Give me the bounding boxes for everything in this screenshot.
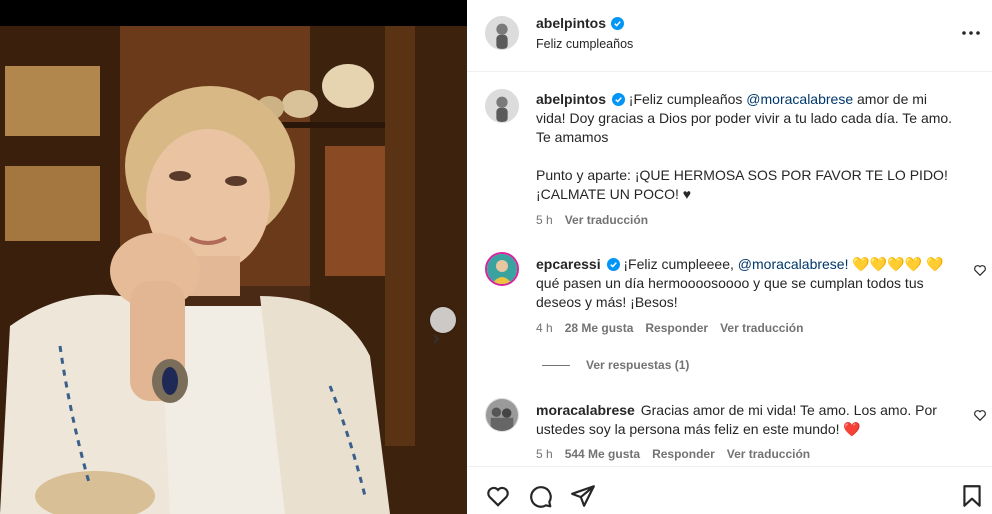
post-caption-header: Feliz cumpleaños [536,37,634,51]
comment-likes-count[interactable]: 28 Me gusta [565,321,634,335]
share-icon[interactable] [570,483,596,509]
comment-icon[interactable] [527,483,553,509]
yellow-heart-emoji: 💛 [926,256,944,272]
commenter-avatar[interactable] [485,252,519,286]
comment-time[interactable]: 5 h [536,447,553,461]
avatar-image [486,399,518,431]
commenter-avatar[interactable] [485,398,519,432]
post-photo [0,0,467,514]
post-photo-illustration [0,26,467,514]
commenter-username[interactable]: epcaressi [536,256,601,272]
comment-likes-count[interactable]: 544 Me gusta [565,447,640,461]
author-avatar[interactable] [485,89,519,123]
caption-text: abelpintos ¡Feliz cumpleaños @moracalabr… [536,90,956,204]
comment-like-heart-icon[interactable] [973,408,987,422]
verified-badge-icon [611,93,625,106]
more-options-icon[interactable] [959,25,983,41]
post-actions-bar [467,466,992,514]
caption-username[interactable]: abelpintos [536,91,606,107]
heart-icon[interactable] [485,483,511,509]
avatar-image [487,254,517,284]
comment-text: epcaressi ¡Feliz cumpleeee, @moracalabre… [536,255,946,312]
comment-meta: 5 h 544 Me gusta Responder Ver traducció… [536,447,810,461]
caption-translate-link[interactable]: Ver traducción [565,213,648,227]
comment-reply-button[interactable]: Responder [645,321,708,335]
post-header: abelpintos Feliz cumpleaños [467,0,992,72]
caption-meta: 5 h Ver traducción [536,213,648,227]
avatar-image [486,90,518,122]
comment-meta: 4 h 28 Me gusta Responder Ver traducción [536,321,803,335]
caption-text-start: ¡Feliz cumpleaños [628,91,747,107]
yellow-hearts-emoji: 💛💛💛💛 [852,256,923,272]
comment-text: moracalabrese Gracias amor de mi vida! T… [536,401,946,439]
avatar-image [486,17,518,49]
verified-badge-icon [606,258,620,271]
bookmark-icon[interactable] [959,483,985,509]
author-name-row: abelpintos [536,15,625,31]
caption-mention[interactable]: @moracalabrese [746,91,853,107]
author-avatar[interactable] [485,16,519,50]
comment-reply-button[interactable]: Responder [652,447,715,461]
comment-text-start: ¡Feliz cumpleeee, [623,256,738,272]
chevron-right-icon [433,334,440,344]
instagram-post-window: abelpintos Feliz cumpleaños abelpintos ¡… [0,0,992,514]
commenter-username[interactable]: moracalabrese [536,402,635,418]
comment-mention[interactable]: @moracalabrese! [738,256,849,272]
comment-time[interactable]: 4 h [536,321,553,335]
caption-time[interactable]: 5 h [536,213,553,227]
view-replies-label: Ver respuestas (1) [586,358,690,372]
caption-second-paragraph: Punto y aparte: ¡QUE HERMOSA SOS POR FAV… [536,167,948,202]
carousel-next-button[interactable] [430,307,456,344]
post-details-panel: abelpintos Feliz cumpleaños abelpintos ¡… [467,0,992,514]
comment-translate-link[interactable]: Ver traducción [727,447,810,461]
photo-top-bar [0,0,467,26]
view-replies-button[interactable]: Ver respuestas (1) [542,358,689,372]
verified-badge-icon [611,16,625,30]
comment-like-heart-icon[interactable] [973,263,987,277]
comment-translate-link[interactable]: Ver traducción [720,321,803,335]
author-username[interactable]: abelpintos [536,15,606,31]
comment-text-end: qué pasen un día hermoooosoooo y que se … [536,275,924,310]
replies-divider-line [542,364,570,366]
